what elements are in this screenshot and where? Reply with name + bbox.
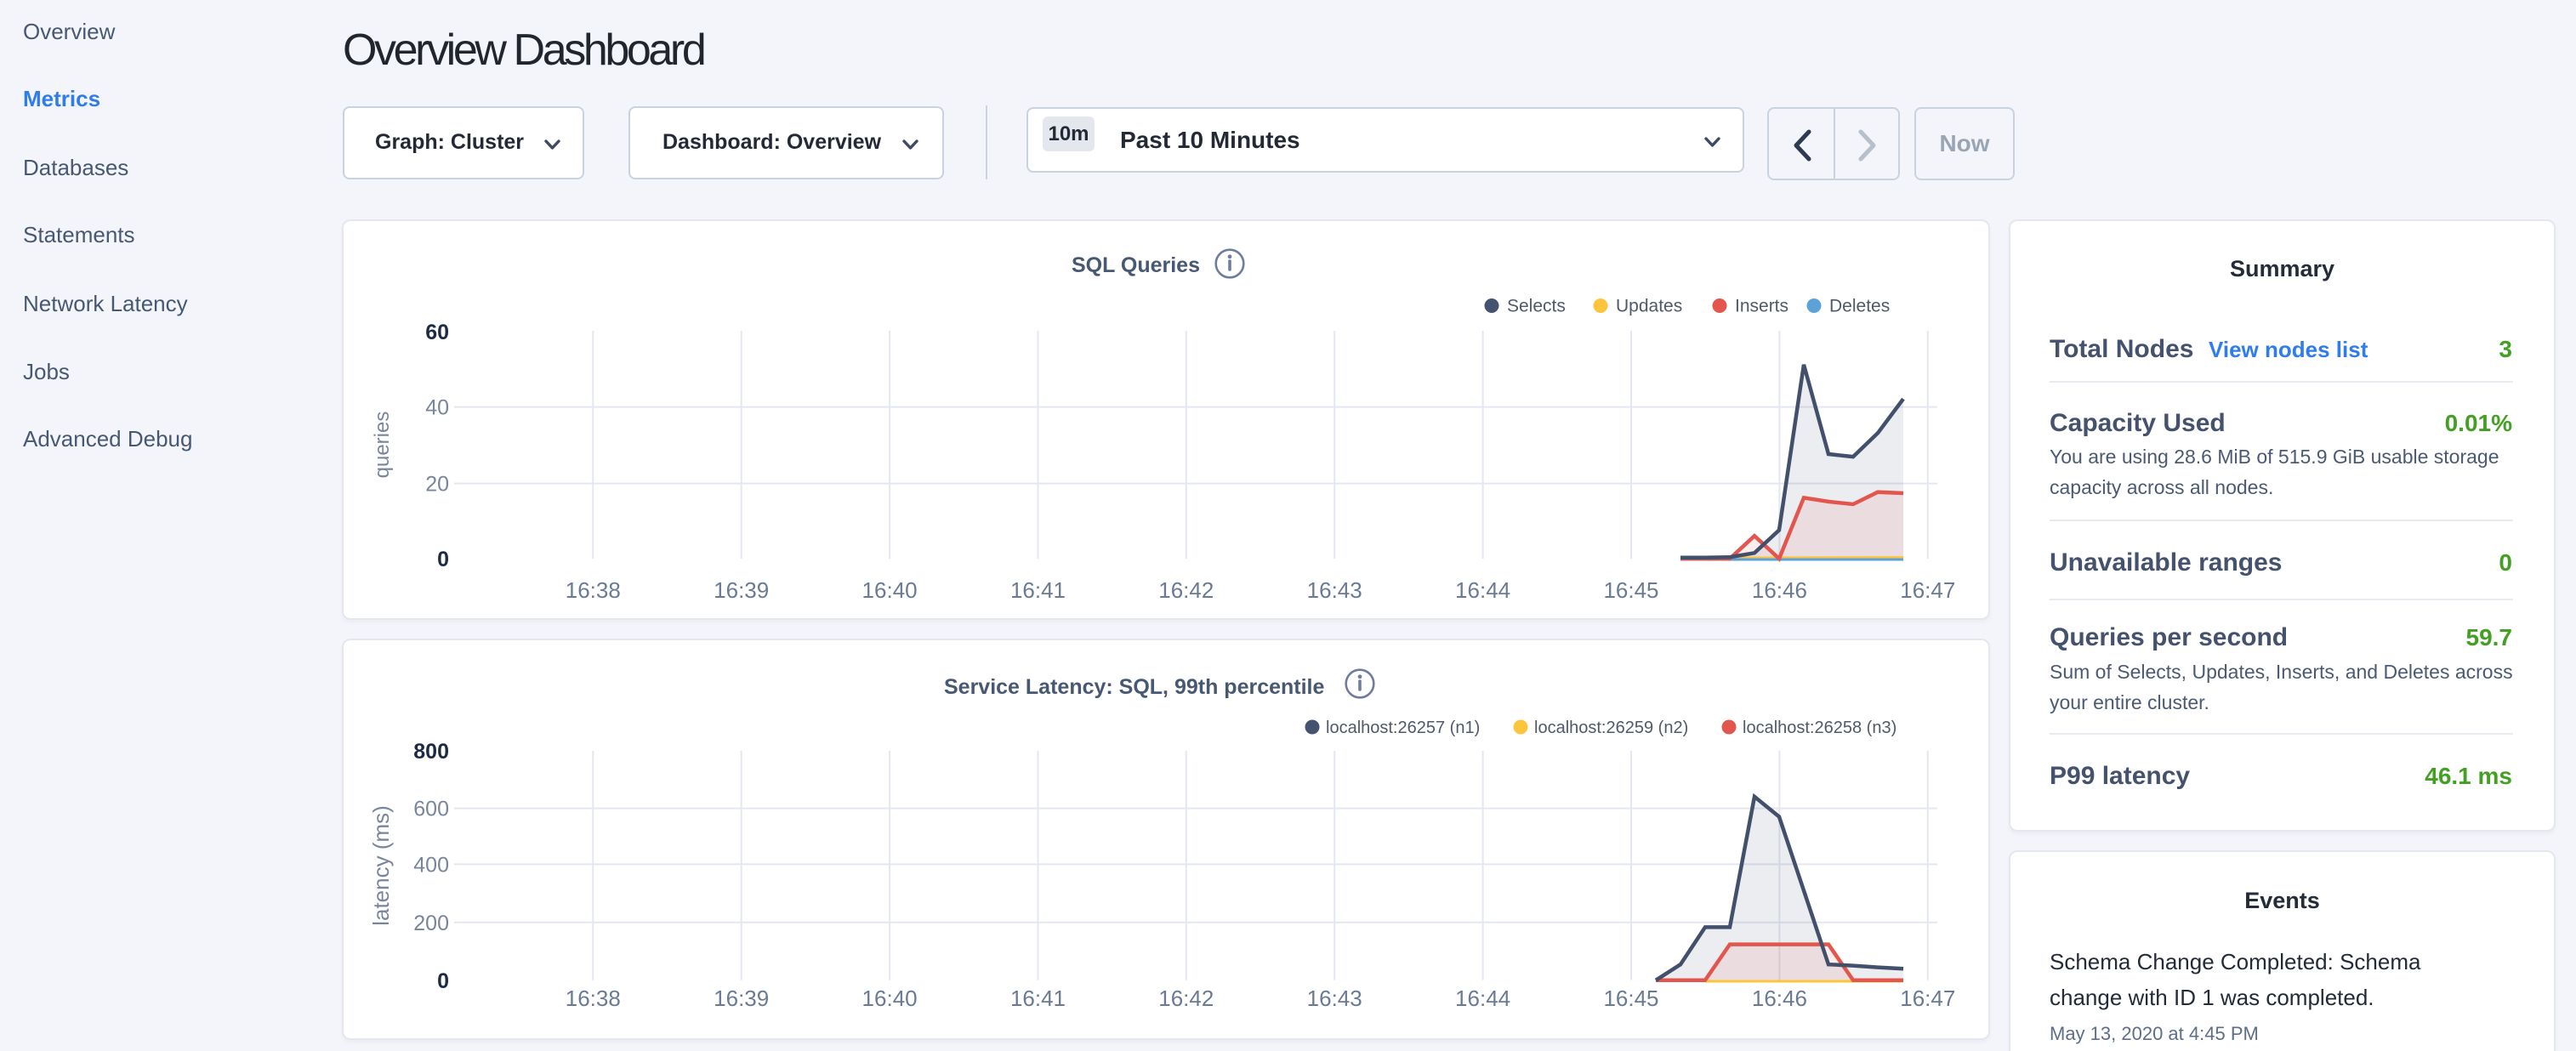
svg-text:800: 800 (413, 740, 449, 764)
svg-text:400: 400 (413, 853, 449, 877)
svg-text:60: 60 (425, 321, 449, 344)
svg-text:16:46: 16:46 (1752, 986, 1807, 1011)
svg-text:16:38: 16:38 (566, 986, 621, 1011)
svg-text:16:46: 16:46 (1752, 577, 1807, 603)
svg-text:16:40: 16:40 (862, 986, 918, 1011)
svg-text:queries: queries (371, 412, 394, 479)
svg-text:16:39: 16:39 (714, 577, 769, 603)
svg-text:600: 600 (413, 798, 449, 821)
svg-text:16:42: 16:42 (1158, 986, 1214, 1011)
svg-text:16:45: 16:45 (1603, 986, 1658, 1011)
svg-text:Deletes: Deletes (1829, 297, 1890, 316)
svg-text:Selects: Selects (1507, 297, 1566, 316)
svg-text:16:38: 16:38 (566, 577, 621, 603)
svg-text:latency (ms): latency (ms) (368, 805, 394, 926)
svg-text:localhost:26259 (n2): localhost:26259 (n2) (1534, 719, 1688, 737)
svg-text:16:42: 16:42 (1158, 577, 1214, 603)
svg-text:localhost:26257 (n1): localhost:26257 (n1) (1326, 719, 1480, 737)
svg-text:16:43: 16:43 (1307, 986, 1362, 1011)
svg-text:localhost:26258 (n3): localhost:26258 (n3) (1743, 719, 1896, 737)
svg-text:16:47: 16:47 (1900, 986, 1955, 1011)
svg-text:20: 20 (425, 473, 449, 497)
svg-text:16:41: 16:41 (1010, 577, 1066, 603)
svg-text:Updates: Updates (1616, 297, 1682, 316)
svg-text:0: 0 (437, 969, 449, 993)
svg-text:16:45: 16:45 (1603, 577, 1658, 603)
svg-text:16:41: 16:41 (1010, 986, 1066, 1011)
svg-text:Service Latency: SQL, 99th per: Service Latency: SQL, 99th percentile (944, 675, 1324, 699)
svg-text:16:47: 16:47 (1900, 577, 1955, 603)
svg-text:200: 200 (413, 912, 449, 935)
svg-text:40: 40 (425, 396, 449, 420)
svg-text:16:40: 16:40 (862, 577, 918, 603)
svg-text:SQL Queries: SQL Queries (1072, 253, 1200, 277)
svg-text:16:43: 16:43 (1307, 577, 1362, 603)
svg-text:0: 0 (437, 548, 449, 571)
svg-text:16:44: 16:44 (1455, 577, 1510, 603)
svg-text:16:44: 16:44 (1455, 986, 1510, 1011)
svg-text:16:39: 16:39 (714, 986, 769, 1011)
svg-text:Inserts: Inserts (1735, 297, 1788, 316)
